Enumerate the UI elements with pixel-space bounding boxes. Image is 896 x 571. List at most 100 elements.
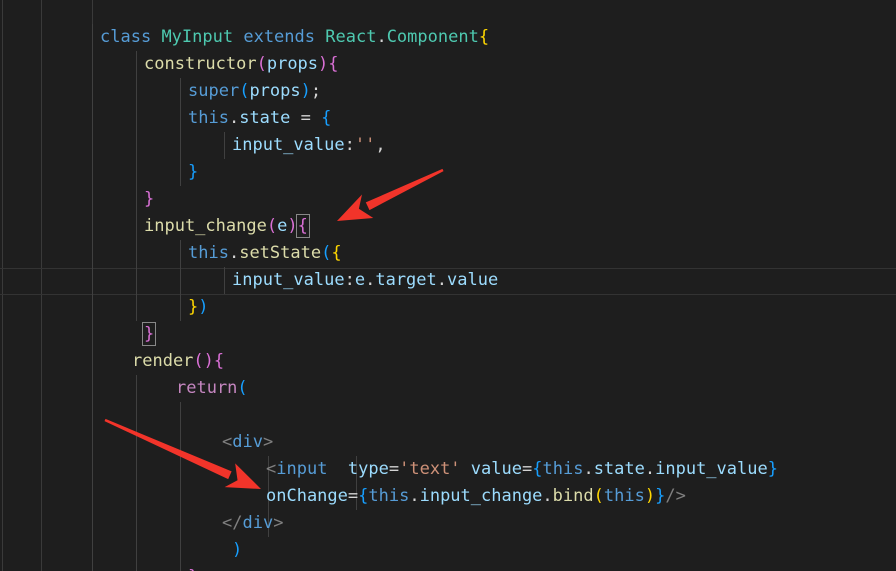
code-token: (: [237, 378, 248, 398]
code-token: ): [232, 540, 243, 560]
code-line[interactable]: [88, 402, 100, 429]
code-token: }: [767, 459, 778, 479]
code-token: input: [276, 459, 328, 479]
code-line[interactable]: }: [132, 186, 154, 213]
code-token: state: [239, 108, 291, 128]
code-line[interactable]: }: [176, 159, 198, 186]
code-token: setState: [239, 243, 322, 263]
code-token: ): [644, 486, 656, 506]
code-token: =: [388, 459, 400, 479]
code-text-layer[interactable]: class MyInput extends React.Component{co…: [0, 0, 896, 571]
code-token: target: [375, 270, 437, 290]
code-token: .: [436, 270, 448, 290]
code-line[interactable]: input_value:'',: [220, 132, 386, 159]
code-token: MyInput: [161, 27, 234, 47]
code-line[interactable]: input_value:e.target.value: [220, 267, 498, 294]
bracket-match-highlight: {: [295, 214, 310, 238]
code-token: (: [321, 243, 332, 263]
code-token: 'text': [399, 459, 461, 479]
code-token: input_value: [655, 459, 768, 479]
code-token: input_value: [232, 270, 345, 290]
code-token: div: [232, 432, 263, 452]
code-token: .: [365, 270, 376, 290]
code-token: this: [368, 486, 410, 506]
code-token: ): [300, 81, 311, 101]
code-token: {: [358, 486, 369, 506]
code-line[interactable]: <input type='text' value={this.state.inp…: [254, 456, 778, 483]
code-token: ,: [375, 135, 386, 155]
code-token: type: [347, 459, 389, 479]
code-token: =: [290, 108, 322, 128]
code-token: .: [228, 243, 240, 263]
code-token: }: [188, 297, 199, 317]
code-line[interactable]: ): [220, 537, 242, 564]
code-token: extends: [243, 27, 315, 47]
code-token: this: [188, 108, 229, 128]
code-token: (: [256, 54, 267, 74]
bracket-match-highlight: }: [141, 322, 157, 346]
code-token: .: [542, 486, 553, 506]
code-token: {: [331, 243, 342, 263]
code-line[interactable]: </div>: [210, 510, 283, 537]
code-token: }: [144, 189, 155, 209]
code-token: render: [132, 351, 194, 371]
code-line[interactable]: }): [176, 294, 209, 321]
code-token: />: [665, 486, 686, 506]
code-token: .: [583, 459, 594, 479]
code-line[interactable]: return(: [164, 375, 248, 402]
code-line[interactable]: this.state = {: [176, 105, 331, 132]
code-token: .: [228, 108, 240, 128]
code-token: super: [188, 81, 240, 101]
code-token: constructor: [144, 54, 257, 74]
code-token: return: [176, 378, 238, 398]
code-token: .: [644, 459, 656, 479]
code-line[interactable]: }: [176, 564, 198, 571]
code-token: .: [376, 27, 387, 47]
code-line[interactable]: super(props);: [176, 78, 321, 105]
code-token: </: [222, 513, 243, 533]
code-token: >: [262, 432, 274, 452]
code-token: e: [277, 216, 288, 236]
code-token: =: [521, 459, 533, 479]
code-token: state: [593, 459, 645, 479]
code-token: ): [198, 297, 209, 317]
code-token: bind: [552, 486, 594, 506]
code-token: input_change: [419, 486, 543, 506]
code-line[interactable]: render(){: [120, 348, 224, 375]
code-token: input_change: [144, 216, 267, 236]
code-token: div: [242, 513, 274, 533]
code-line[interactable]: }: [132, 321, 157, 348]
code-token: e: [354, 270, 366, 290]
code-token: class: [100, 27, 152, 47]
code-line[interactable]: onChange={this.input_change.bind(this)}/…: [254, 483, 686, 510]
code-line[interactable]: class MyInput extends React.Component{: [88, 24, 489, 51]
code-line[interactable]: this.setState({: [176, 240, 342, 267]
code-token: }: [188, 567, 198, 571]
code-line[interactable]: <div>: [210, 429, 273, 456]
code-line[interactable]: constructor(props){: [132, 51, 339, 78]
code-token: }: [655, 486, 666, 506]
code-token: (: [239, 81, 250, 101]
code-token: value: [470, 459, 522, 479]
code-token: ): [318, 54, 329, 74]
code-token: input_value: [232, 135, 345, 155]
code-token: ): [203, 351, 214, 371]
code-token: ;: [310, 81, 322, 101]
code-token: this: [188, 243, 229, 263]
code-token: }: [188, 162, 199, 182]
code-token: (: [193, 351, 204, 371]
code-token: value: [447, 270, 499, 290]
code-token: onChange: [266, 486, 348, 506]
code-token: {: [321, 108, 332, 128]
code-editor-view[interactable]: class MyInput extends React.Component{co…: [0, 0, 896, 571]
code-line[interactable]: input_change(e){: [132, 213, 310, 240]
code-token: =: [347, 486, 359, 506]
code-token: {: [328, 54, 339, 74]
code-token: {: [213, 351, 225, 371]
code-token: (: [266, 216, 278, 236]
code-token: <: [266, 459, 277, 479]
